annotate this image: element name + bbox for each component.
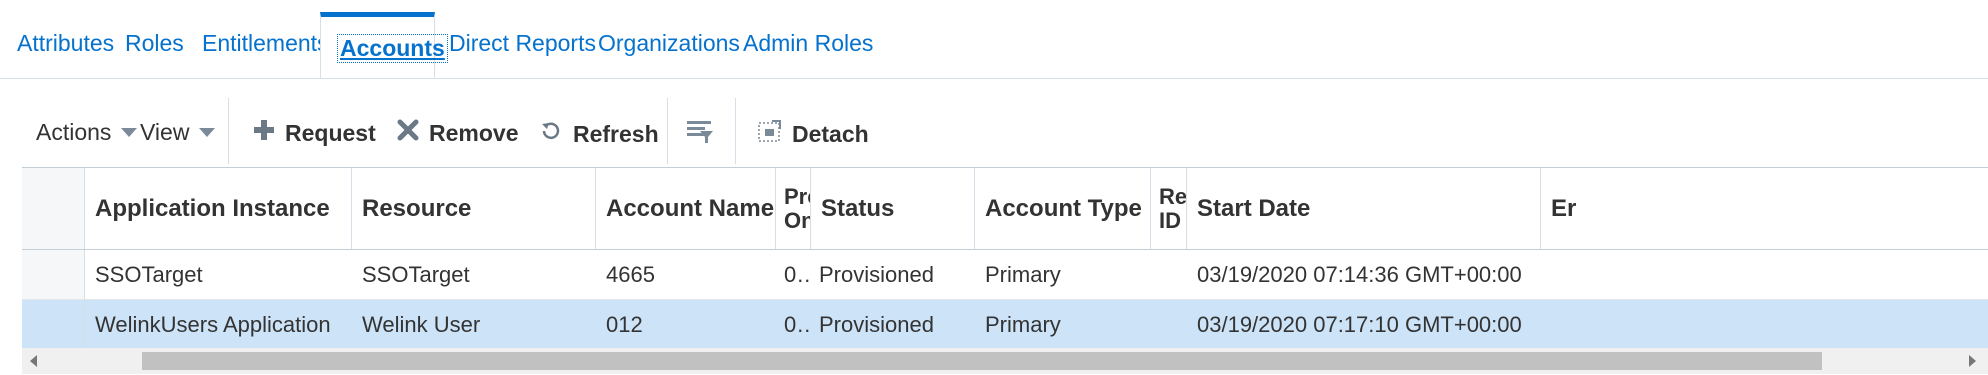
cell-request-id (1151, 250, 1187, 299)
row-header-corner (22, 168, 85, 249)
toolbar: Actions View Request Remove Refresh Deta… (0, 98, 1988, 166)
table-row-selected[interactable]: WelinkUsers Application Welink User 012 … (22, 300, 1988, 350)
tab-entitlements[interactable]: Entitlements (202, 30, 329, 57)
column-header-resource[interactable]: Resource (352, 168, 596, 249)
column-header-provisioned-on[interactable]: Prc On (776, 168, 811, 249)
actions-menu[interactable]: Actions (36, 119, 138, 146)
table-header: Application Instance Resource Account Na… (22, 168, 1988, 250)
tab-organizations[interactable]: Organizations (598, 30, 740, 57)
plus-icon (253, 119, 275, 147)
tab-accounts[interactable]: Accounts (320, 12, 448, 78)
cell-account-name: 012 (606, 311, 643, 337)
column-header-account-type[interactable]: Account Type (975, 168, 1151, 249)
cell-account-type: Primary (985, 311, 1061, 337)
row-header (22, 300, 85, 349)
column-header-end-date[interactable]: Er (1541, 168, 1988, 249)
cell-start-date: 03/19/2020 07:14:36 GMT+00:00 (1197, 261, 1522, 287)
chevron-down-icon (121, 128, 138, 137)
cell-account-type: Primary (985, 261, 1061, 287)
detach-label: Detach (792, 120, 869, 147)
actions-label: Actions (36, 119, 112, 145)
remove-label: Remove (429, 119, 519, 146)
toolbar-divider (667, 98, 668, 164)
cell-end-date (1541, 250, 1988, 299)
tab-admin-roles[interactable]: Admin Roles (743, 30, 873, 57)
column-header-account-name[interactable]: Account Name (596, 168, 776, 249)
column-header-status[interactable]: Status (811, 168, 975, 249)
column-header-start-date[interactable]: Start Date (1187, 168, 1541, 249)
tab-bar: Attributes Roles Entitlements Accounts D… (0, 0, 1988, 79)
cell-request-id (1151, 300, 1187, 349)
close-icon (397, 119, 419, 147)
row-header (22, 250, 85, 299)
cell-provisioned-on: 0… (784, 311, 811, 337)
remove-button[interactable]: Remove (397, 119, 518, 147)
cell-application-instance: WelinkUsers Application (95, 311, 331, 337)
request-label: Request (285, 119, 376, 146)
chevron-down-icon (199, 128, 216, 137)
request-button[interactable]: Request (253, 119, 376, 147)
refresh-icon (539, 119, 563, 149)
scroll-left-icon[interactable] (30, 355, 37, 367)
tab-attributes[interactable]: Attributes (17, 30, 114, 57)
view-menu[interactable]: View (140, 119, 216, 146)
cell-account-name: 4665 (606, 261, 655, 287)
tab-roles[interactable]: Roles (125, 30, 184, 57)
horizontal-scrollbar[interactable] (22, 348, 1988, 374)
cell-resource: Welink User (362, 311, 481, 337)
column-header-application-instance[interactable]: Application Instance (85, 168, 352, 249)
detach-button[interactable]: Detach (758, 119, 869, 149)
refresh-button[interactable]: Refresh (539, 119, 659, 149)
cell-application-instance: SSOTarget (95, 261, 203, 287)
scroll-right-icon[interactable] (1969, 355, 1976, 367)
cell-provisioned-on: 0… (784, 261, 811, 287)
table-row[interactable]: SSOTarget SSOTarget 4665 0… Provisioned … (22, 250, 1988, 300)
cell-end-date (1541, 300, 1988, 349)
scrollbar-thumb[interactable] (142, 352, 1822, 370)
cell-start-date: 03/19/2020 07:17:10 GMT+00:00 (1197, 311, 1522, 337)
cell-status: Provisioned (819, 261, 934, 287)
accounts-table: Application Instance Resource Account Na… (22, 167, 1988, 375)
filter-icon (686, 119, 714, 151)
tab-direct-reports[interactable]: Direct Reports (449, 30, 596, 57)
column-header-request-id[interactable]: Re ID (1151, 168, 1187, 249)
tab-accounts-label: Accounts (337, 34, 448, 63)
detach-icon (758, 119, 782, 149)
cell-status: Provisioned (819, 311, 934, 337)
query-by-example-button[interactable] (686, 119, 714, 151)
view-label: View (140, 119, 190, 145)
refresh-label: Refresh (573, 120, 659, 147)
cell-resource: SSOTarget (362, 261, 470, 287)
toolbar-divider (735, 98, 736, 164)
toolbar-divider (228, 98, 229, 164)
